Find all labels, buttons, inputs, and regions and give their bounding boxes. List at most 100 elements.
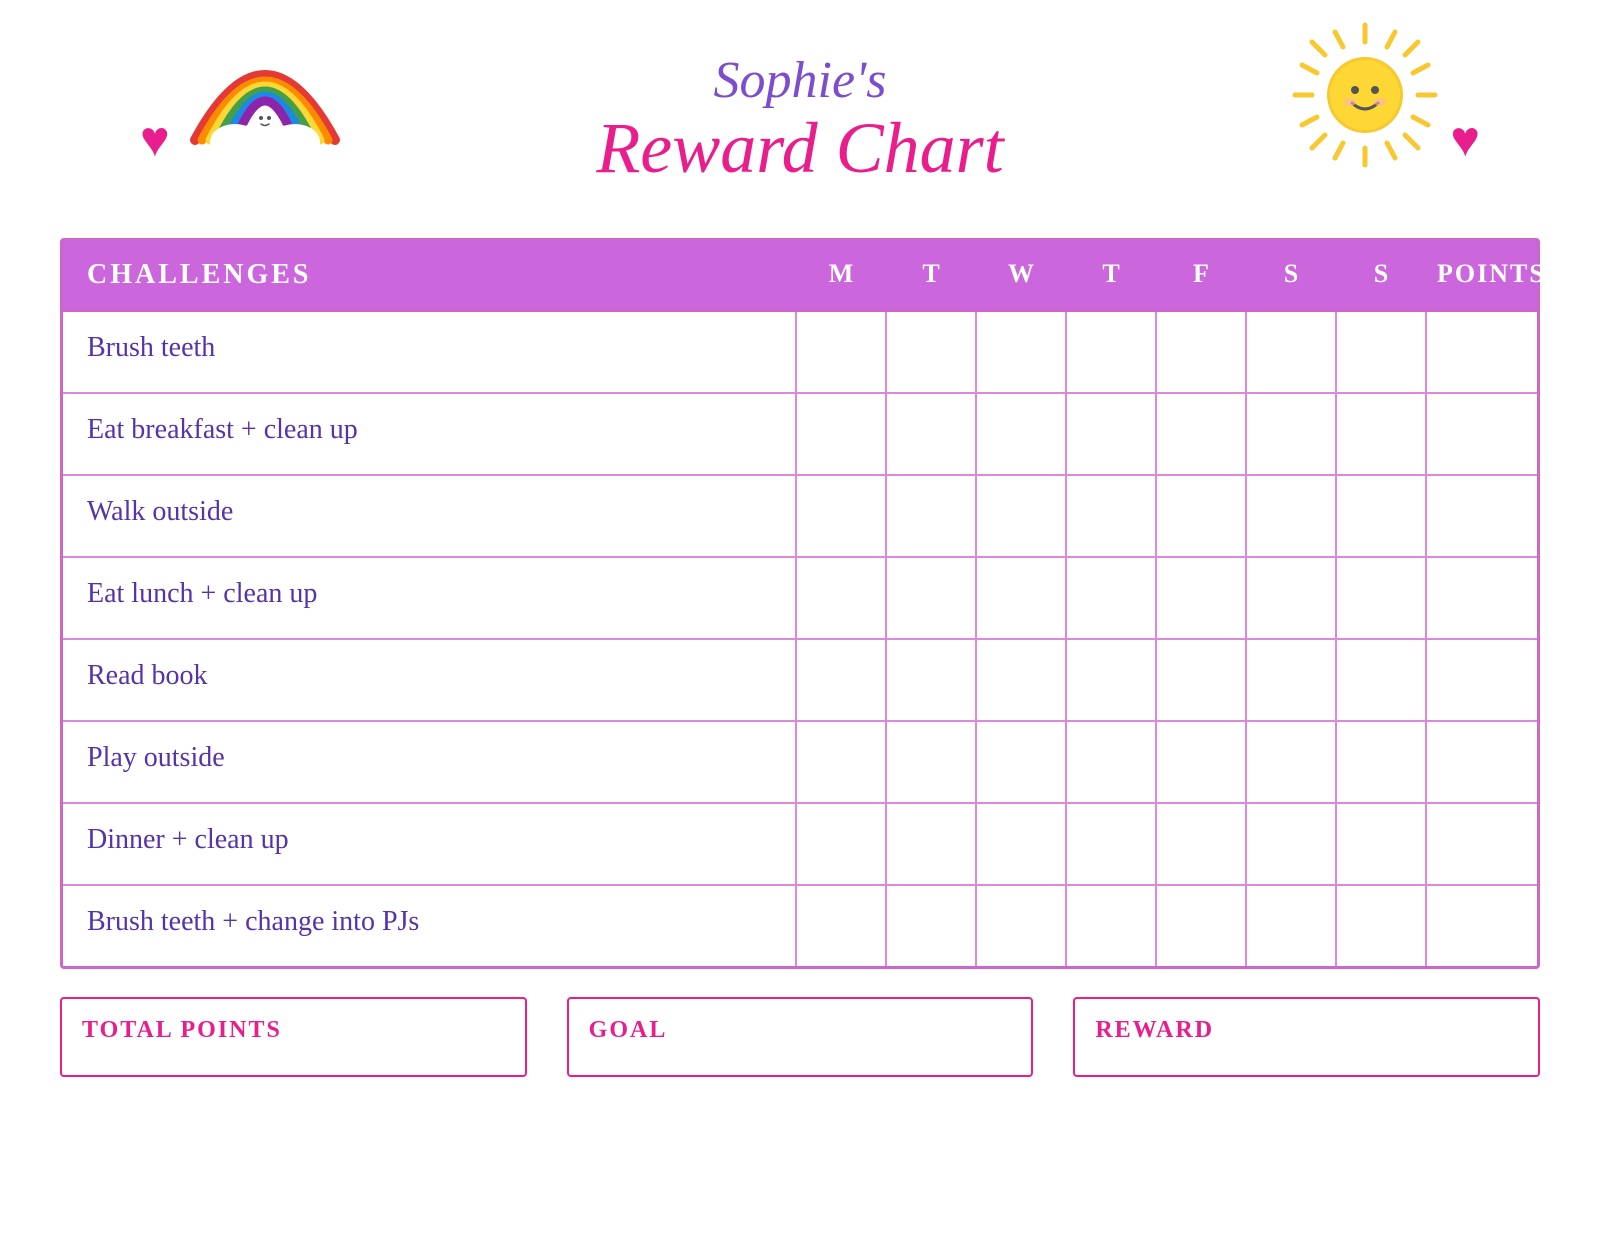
challenge-6: Play outside: [63, 722, 797, 802]
row7-fri[interactable]: [1157, 804, 1247, 884]
row7-sun[interactable]: [1337, 804, 1427, 884]
row4-sat[interactable]: [1247, 558, 1337, 638]
row7-tue[interactable]: [887, 804, 977, 884]
row6-points[interactable]: [1427, 722, 1537, 802]
row7-mon[interactable]: [797, 804, 887, 884]
col-t2-header: T: [1067, 241, 1157, 309]
challenge-2: Eat breakfast + clean up: [63, 394, 797, 474]
row3-wed[interactable]: [977, 476, 1067, 556]
page-title: Sophie's Reward Chart: [596, 52, 1003, 188]
row7-thu[interactable]: [1067, 804, 1157, 884]
table-row: Eat lunch + clean up: [63, 558, 1537, 640]
row5-tue[interactable]: [887, 640, 977, 720]
col-s2-header: S: [1337, 241, 1427, 309]
col-t1-header: T: [887, 241, 977, 309]
row4-tue[interactable]: [887, 558, 977, 638]
row7-points[interactable]: [1427, 804, 1537, 884]
row5-mon[interactable]: [797, 640, 887, 720]
row6-thu[interactable]: [1067, 722, 1157, 802]
row3-sat[interactable]: [1247, 476, 1337, 556]
total-points-box[interactable]: TOTAL POINTS: [60, 997, 527, 1077]
reward-box[interactable]: REWARD: [1073, 997, 1540, 1077]
row8-mon[interactable]: [797, 886, 887, 966]
reward-label: REWARD: [1095, 1017, 1518, 1044]
row6-wed[interactable]: [977, 722, 1067, 802]
col-w-header: W: [977, 241, 1067, 309]
goal-box[interactable]: GOAL: [567, 997, 1034, 1077]
row8-sun[interactable]: [1337, 886, 1427, 966]
goal-label: GOAL: [589, 1017, 1012, 1044]
table-row: Brush teeth + change into PJs: [63, 886, 1537, 966]
row8-thu[interactable]: [1067, 886, 1157, 966]
row7-sat[interactable]: [1247, 804, 1337, 884]
row4-thu[interactable]: [1067, 558, 1157, 638]
row8-sat[interactable]: [1247, 886, 1337, 966]
row1-mon[interactable]: [797, 312, 887, 392]
row8-fri[interactable]: [1157, 886, 1247, 966]
row8-tue[interactable]: [887, 886, 977, 966]
row3-points[interactable]: [1427, 476, 1537, 556]
row2-tue[interactable]: [887, 394, 977, 474]
challenge-8: Brush teeth + change into PJs: [63, 886, 797, 966]
page-header: ♥ Sophie's Reward Chart: [60, 20, 1540, 220]
row1-points[interactable]: [1427, 312, 1537, 392]
row6-sat[interactable]: [1247, 722, 1337, 802]
heart-left-icon: ♥: [140, 110, 170, 168]
col-s1-header: S: [1247, 241, 1337, 309]
row1-fri[interactable]: [1157, 312, 1247, 392]
table-row: Play outside: [63, 722, 1537, 804]
row3-sun[interactable]: [1337, 476, 1427, 556]
row3-fri[interactable]: [1157, 476, 1247, 556]
col-challenges-header: CHALLENGES: [63, 241, 797, 309]
row3-mon[interactable]: [797, 476, 887, 556]
row3-thu[interactable]: [1067, 476, 1157, 556]
row2-sat[interactable]: [1247, 394, 1337, 474]
row5-sat[interactable]: [1247, 640, 1337, 720]
challenge-4: Eat lunch + clean up: [63, 558, 797, 638]
col-f-header: F: [1157, 241, 1247, 309]
row7-wed[interactable]: [977, 804, 1067, 884]
total-points-label: TOTAL POINTS: [82, 1017, 505, 1044]
row5-wed[interactable]: [977, 640, 1067, 720]
row2-fri[interactable]: [1157, 394, 1247, 474]
row6-mon[interactable]: [797, 722, 887, 802]
row1-wed[interactable]: [977, 312, 1067, 392]
row4-wed[interactable]: [977, 558, 1067, 638]
title-main: Reward Chart: [596, 109, 1003, 188]
row3-tue[interactable]: [887, 476, 977, 556]
reward-chart-table: CHALLENGES M T W T F S S POINTS Brush te…: [60, 238, 1540, 969]
col-points-header: POINTS: [1427, 241, 1537, 309]
challenge-5: Read book: [63, 640, 797, 720]
row5-sun[interactable]: [1337, 640, 1427, 720]
row2-thu[interactable]: [1067, 394, 1157, 474]
row2-mon[interactable]: [797, 394, 887, 474]
rainbow-icon: [180, 30, 350, 165]
row1-tue[interactable]: [887, 312, 977, 392]
row6-tue[interactable]: [887, 722, 977, 802]
title-name: Sophie's: [596, 52, 1003, 109]
row4-points[interactable]: [1427, 558, 1537, 638]
row1-sun[interactable]: [1337, 312, 1427, 392]
row5-fri[interactable]: [1157, 640, 1247, 720]
table-row: Dinner + clean up: [63, 804, 1537, 886]
row6-sun[interactable]: [1337, 722, 1427, 802]
row1-thu[interactable]: [1067, 312, 1157, 392]
row2-sun[interactable]: [1337, 394, 1427, 474]
table-row: Eat breakfast + clean up: [63, 394, 1537, 476]
row2-points[interactable]: [1427, 394, 1537, 474]
col-m-header: M: [797, 241, 887, 309]
row4-mon[interactable]: [797, 558, 887, 638]
row8-wed[interactable]: [977, 886, 1067, 966]
row4-sun[interactable]: [1337, 558, 1427, 638]
row2-wed[interactable]: [977, 394, 1067, 474]
row4-fri[interactable]: [1157, 558, 1247, 638]
row8-points[interactable]: [1427, 886, 1537, 966]
table-row: Brush teeth: [63, 312, 1537, 394]
sun-icon: [1290, 20, 1440, 175]
row6-fri[interactable]: [1157, 722, 1247, 802]
row1-sat[interactable]: [1247, 312, 1337, 392]
table-header: CHALLENGES M T W T F S S POINTS: [63, 241, 1537, 312]
row5-points[interactable]: [1427, 640, 1537, 720]
challenge-7: Dinner + clean up: [63, 804, 797, 884]
row5-thu[interactable]: [1067, 640, 1157, 720]
